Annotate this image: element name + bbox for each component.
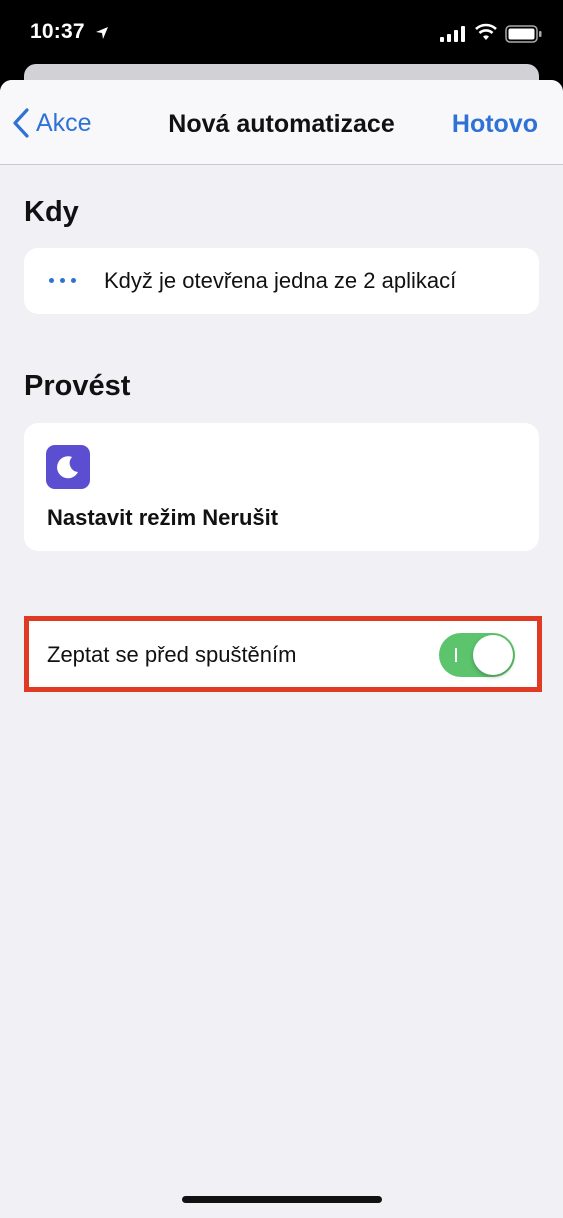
location-arrow-icon <box>96 27 108 39</box>
done-button[interactable]: Hotovo <box>452 110 538 139</box>
do-section-title: Provést <box>24 370 131 402</box>
more-dots-icon <box>49 278 76 283</box>
ask-before-running-row: Zeptat se před spuštěním <box>29 621 537 687</box>
ask-before-running-label: Zeptat se před spuštěním <box>47 642 297 667</box>
status-bar: 10:37 <box>0 0 563 64</box>
navigation-bar: Akce Nová automatizace Hotovo <box>0 80 563 165</box>
moon-icon <box>46 445 90 489</box>
trigger-text: Když je otevřena jedna ze 2 aplikací <box>104 268 457 293</box>
when-section-title: Kdy <box>24 196 79 228</box>
wifi-icon <box>475 23 497 40</box>
home-indicator <box>182 1196 382 1203</box>
cellular-signal-icon <box>440 26 465 42</box>
action-card[interactable]: Nastavit režim Nerušit <box>24 423 539 551</box>
ask-before-running-toggle[interactable] <box>439 633 515 677</box>
status-time: 10:37 <box>30 20 85 43</box>
trigger-card[interactable]: Když je otevřena jedna ze 2 aplikací <box>24 248 539 314</box>
toggle-knob <box>473 635 513 675</box>
action-label: Nastavit režim Nerušit <box>47 505 279 530</box>
battery-icon <box>505 25 542 43</box>
toggle-on-mark <box>455 648 457 662</box>
automation-sheet: Akce Nová automatizace Hotovo Kdy Když j… <box>0 80 563 1218</box>
